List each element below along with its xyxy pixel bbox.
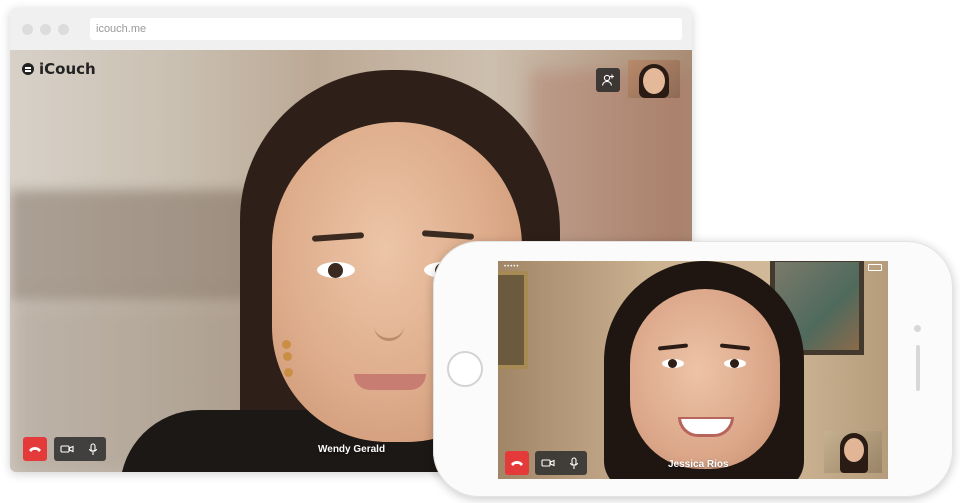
media-controls	[54, 437, 106, 461]
video-camera-icon	[60, 445, 74, 453]
logo-text: iCouch	[39, 60, 96, 78]
app-logo[interactable]: iCouch	[22, 60, 96, 78]
video-camera-icon	[541, 459, 555, 467]
window-close-button[interactable]	[22, 24, 33, 35]
add-person-icon	[601, 74, 614, 86]
front-camera	[914, 325, 921, 332]
phone-hangup-icon	[511, 461, 523, 466]
toggle-video-button[interactable]	[54, 444, 80, 454]
participant-name: Wendy Gerald	[318, 444, 386, 455]
speaker-grille	[916, 345, 920, 391]
browser-toolbar: icouch.me	[10, 8, 692, 50]
toggle-mic-button[interactable]	[561, 456, 587, 470]
menu-icon[interactable]	[22, 63, 34, 75]
participant-name: Jessica Rios	[668, 459, 729, 470]
phone-device: ••••• 9:41 AM	[433, 241, 953, 497]
microphone-icon	[569, 456, 579, 469]
phone-video-feed: ••••• 9:41 AM	[498, 261, 888, 479]
media-controls	[535, 451, 587, 475]
window-minimize-button[interactable]	[40, 24, 51, 35]
toggle-mic-button[interactable]	[80, 442, 106, 456]
phone-hangup-icon	[29, 447, 41, 452]
add-participant-button[interactable]	[596, 68, 620, 92]
hangup-button[interactable]	[505, 451, 529, 475]
participant-face	[630, 289, 780, 469]
self-view-thumbnail[interactable]	[628, 60, 680, 98]
background-picture-frame	[498, 271, 528, 369]
hangup-button[interactable]	[23, 437, 47, 461]
battery-icon	[868, 264, 882, 271]
microphone-icon	[88, 442, 98, 455]
self-view-thumbnail[interactable]	[824, 431, 882, 473]
window-maximize-button[interactable]	[58, 24, 69, 35]
toggle-video-button[interactable]	[535, 458, 561, 468]
address-bar[interactable]: icouch.me	[90, 18, 682, 40]
home-button[interactable]	[447, 351, 483, 387]
